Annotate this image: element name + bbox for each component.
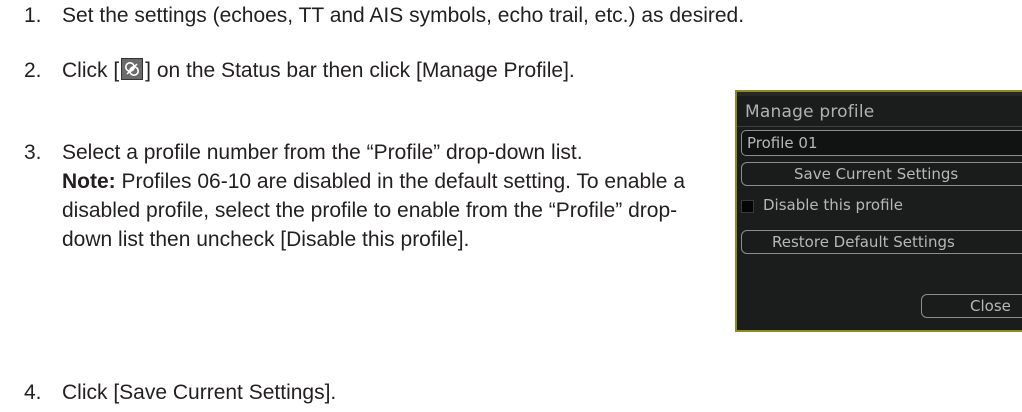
- note-text: Profiles 06-10 are disabled in the defau…: [62, 170, 685, 251]
- restore-default-settings-button[interactable]: Restore Default Settings: [741, 230, 1022, 254]
- step-text-part: ] on the Status bar then click [Manage P…: [145, 59, 575, 82]
- dialog-title: Manage profile: [745, 102, 875, 122]
- profile-dropdown-value: Profile 01: [747, 134, 818, 152]
- profile-dropdown[interactable]: Profile 01: [741, 130, 1022, 156]
- manage-profile-dialog: Manage profile Profile 01 Save Current S…: [735, 90, 1022, 332]
- disable-profile-checkbox[interactable]: [741, 200, 754, 213]
- step-text: Select a profile number from the “Profil…: [62, 138, 722, 254]
- step-number: 1.: [24, 4, 42, 27]
- step-text: Click [ ] on the Status bar then click [M…: [62, 56, 702, 85]
- step-number: 2.: [24, 59, 42, 82]
- step-number: 4.: [24, 381, 42, 404]
- dialog-divider: [737, 126, 1022, 127]
- note-paragraph: Note: Profiles 06-10 are disabled in the…: [62, 167, 722, 254]
- step-text-part: Click [: [62, 59, 120, 82]
- note-label: Note:: [62, 170, 116, 193]
- step-text: Set the settings (echoes, TT and AIS sym…: [62, 4, 745, 27]
- dialog-top-strip: [737, 92, 1022, 96]
- step-instruction: Select a profile number from the “Profil…: [62, 141, 583, 164]
- disable-profile-label: Disable this profile: [763, 196, 903, 214]
- step-number: 3.: [24, 141, 42, 164]
- save-current-settings-button[interactable]: Save Current Settings: [741, 162, 1022, 186]
- profile-status-icon: [121, 58, 144, 80]
- close-button[interactable]: Close: [921, 294, 1022, 318]
- step-text: Click [Save Current Settings].: [62, 381, 337, 404]
